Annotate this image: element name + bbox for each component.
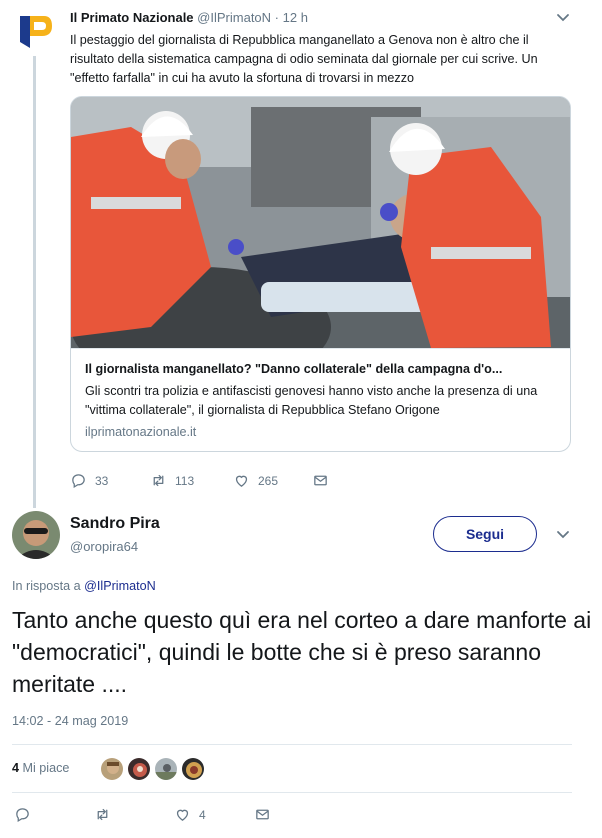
heart-icon: [176, 809, 189, 821]
retweet-icon: [97, 808, 108, 821]
liker-avatar[interactable]: [181, 757, 205, 781]
card-domain: ilprimatonazionale.it: [85, 425, 197, 439]
reply-action[interactable]: [14, 806, 31, 823]
reply-tweet-actions: 4: [14, 806, 314, 826]
dm-action[interactable]: [254, 806, 271, 823]
thread-connector-line: [33, 56, 36, 508]
dm-action[interactable]: [312, 472, 329, 489]
reply-action[interactable]: 33: [70, 472, 108, 489]
like-action[interactable]: 4: [174, 806, 206, 823]
chevron-down-icon[interactable]: [556, 529, 570, 541]
primato-logo-icon: [20, 16, 52, 48]
liker-avatar[interactable]: [154, 757, 178, 781]
mail-icon: [256, 809, 269, 820]
like-count: 265: [258, 473, 279, 488]
reply-context: In risposta a @IlPrimatoN: [12, 579, 156, 593]
reply-tweet-text: Tanto anche questo quì era nel corteo a …: [12, 607, 592, 697]
avatar-photo: [12, 511, 60, 559]
heart-icon: [235, 475, 248, 487]
sandro-pira-avatar[interactable]: [12, 511, 60, 559]
link-preview-card[interactable]: Il giornalista manganellato? "Danno coll…: [70, 96, 571, 452]
reply-prefix: In risposta a: [12, 579, 81, 593]
reply-mention-link[interactable]: @IlPrimatoN: [84, 579, 156, 593]
reply-author-handle[interactable]: @oropira64: [70, 539, 138, 554]
quoted-author-handle[interactable]: @IlPrimatoN: [197, 10, 271, 25]
likes-count: 4: [12, 761, 20, 775]
likes-summary[interactable]: 4 Mi piace: [12, 761, 69, 775]
liker-avatar[interactable]: [127, 757, 151, 781]
reply-author-name[interactable]: Sandro Pira: [70, 515, 160, 533]
follow-button[interactable]: Segui: [433, 516, 537, 552]
divider: [12, 792, 572, 793]
reply-timestamp[interactable]: 14:02 - 24 mag 2019: [12, 714, 128, 728]
reply-count: 33: [95, 473, 109, 488]
retweet-action[interactable]: 113: [150, 472, 194, 489]
likers-avatars: [100, 757, 205, 781]
mail-icon: [314, 475, 327, 486]
quoted-tweet-header: Il Primato Nazionale @IlPrimatoN · 12 h: [70, 10, 308, 25]
retweet-icon: [153, 474, 164, 487]
primato-nazionale-avatar[interactable]: [14, 12, 54, 52]
quoted-author-name[interactable]: Il Primato Nazionale: [70, 10, 194, 25]
card-body: Il giornalista manganellato? "Danno coll…: [71, 348, 570, 451]
reply-icon: [16, 808, 29, 823]
reply-icon: [72, 474, 85, 489]
like-action[interactable]: 265: [233, 472, 278, 489]
quoted-tweet-actions: 33 113 265: [70, 472, 370, 492]
card-image: [71, 97, 570, 348]
card-description: Gli scontri tra polizia e antifascisti g…: [85, 384, 538, 417]
like-count: 4: [199, 807, 206, 822]
retweet-count: 113: [175, 473, 195, 488]
card-title: Il giornalista manganellato? "Danno coll…: [85, 362, 503, 376]
retweet-action[interactable]: [94, 806, 111, 823]
quoted-tweet-time[interactable]: 12 h: [283, 10, 308, 25]
likes-label: Mi piace: [22, 761, 70, 775]
quoted-tweet-text: Il pestaggio del giornalista di Repubbli…: [70, 33, 538, 85]
chevron-down-icon[interactable]: [556, 12, 570, 24]
header-separator: ·: [274, 10, 280, 25]
liker-avatar[interactable]: [100, 757, 124, 781]
divider: [12, 744, 572, 745]
